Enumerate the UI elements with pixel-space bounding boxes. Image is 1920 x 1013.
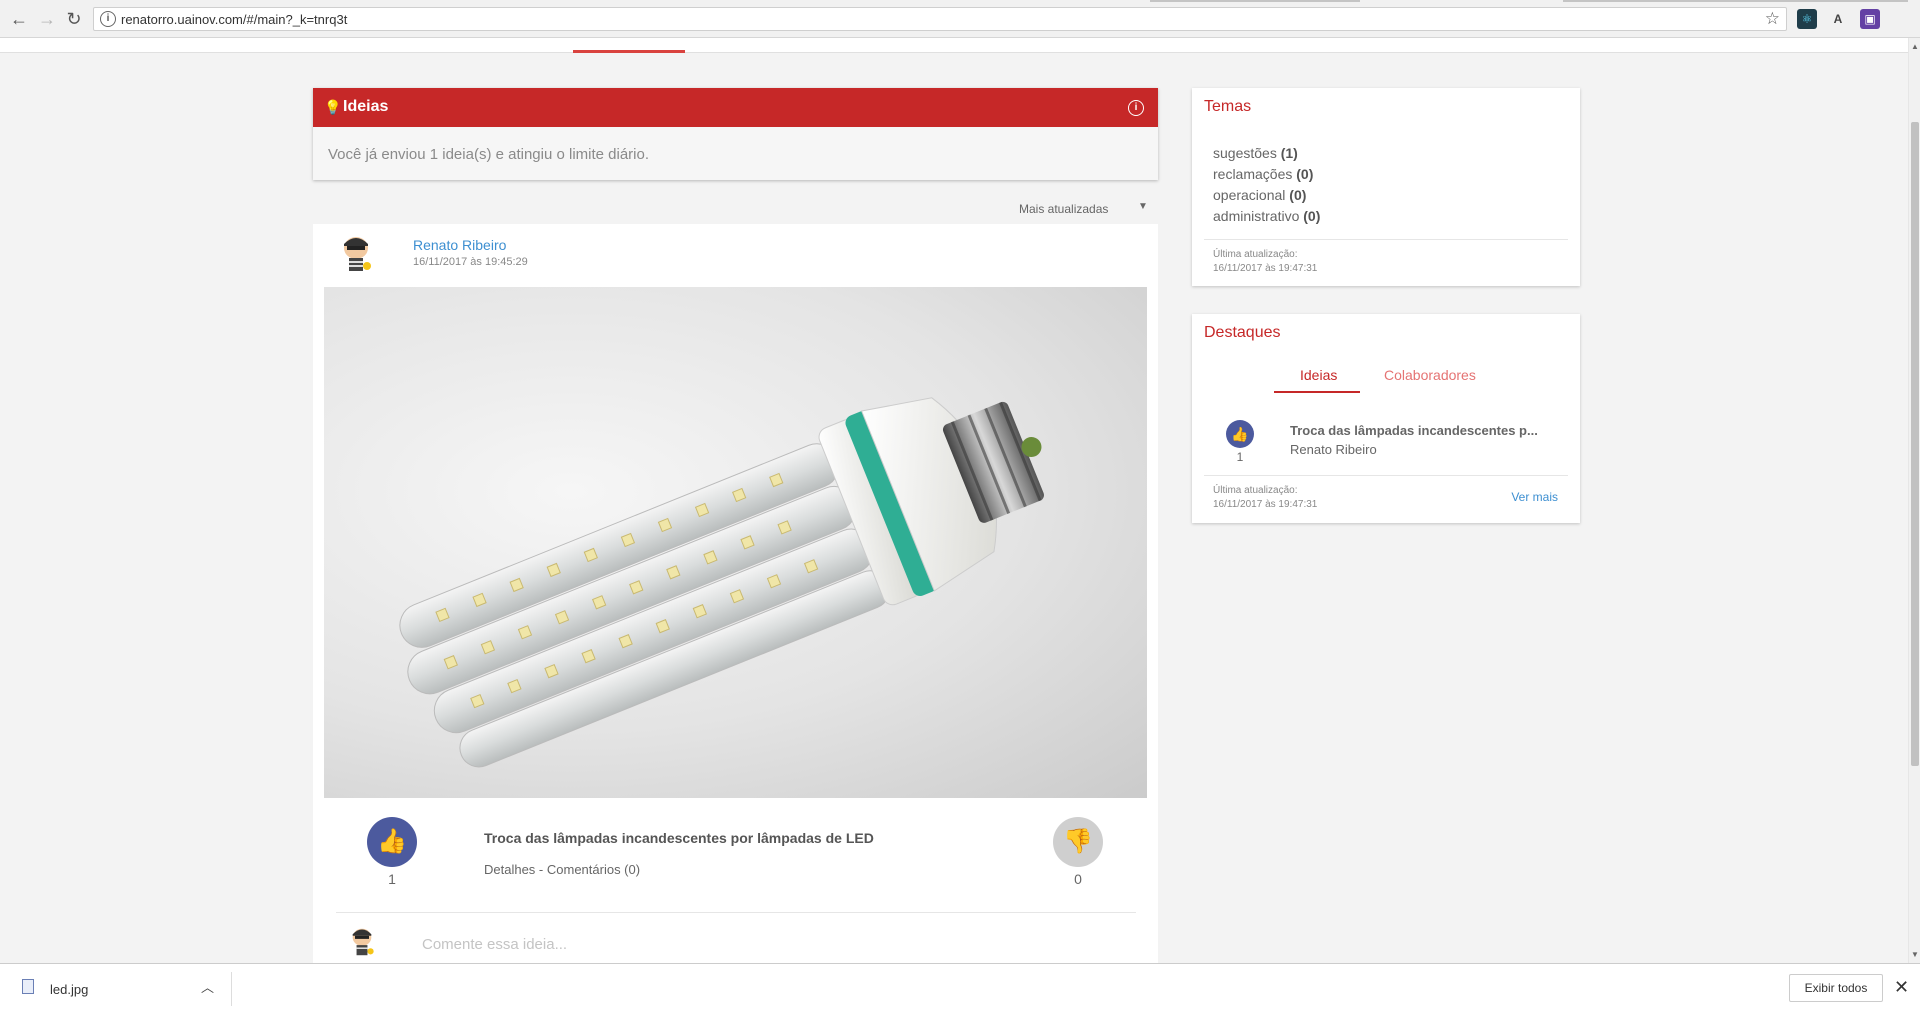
address-url[interactable]: renatorro.uainov.com/#/main?_k=tnrq3t: [121, 12, 347, 27]
close-icon[interactable]: ✕: [1894, 977, 1909, 998]
downvote-count: 0: [1074, 871, 1082, 887]
destaques-card: Destaques Ideias Colaboradores 👍 1 Troca…: [1192, 314, 1580, 523]
tema-name[interactable]: sugestões: [1213, 145, 1277, 161]
download-bar: led.jpg ︿ Exibir todos ✕: [0, 963, 1920, 1013]
sort-select[interactable]: Mais atualizadas: [1019, 202, 1108, 216]
idea-post: Renato Ribeiro 16/11/2017 às 19:45:29 👍 …: [313, 224, 1158, 963]
upvote-button[interactable]: 👍: [367, 817, 417, 867]
tema-name[interactable]: administrativo: [1213, 208, 1299, 224]
tema-count: (0): [1296, 166, 1314, 182]
led-bulb-image: [324, 287, 1147, 798]
divider: [231, 972, 232, 1006]
site-info-icon[interactable]: i: [100, 11, 116, 27]
tema-item[interactable]: administrativo (0): [1213, 206, 1320, 227]
react-devtools-icon[interactable]: ⚛: [1797, 9, 1817, 29]
last-update-value: 16/11/2017 às 19:47:31: [1213, 263, 1318, 274]
comments-link[interactable]: Comentários (0): [547, 862, 640, 877]
last-update-value: 16/11/2017 às 19:47:31: [1213, 499, 1318, 510]
bookmark-star-icon[interactable]: ☆: [1765, 9, 1780, 29]
post-author-link[interactable]: Renato Ribeiro: [413, 237, 506, 253]
thumbs-up-icon: 👍: [377, 828, 407, 855]
ideias-header: 💡 Ideias i: [313, 88, 1158, 127]
tema-item[interactable]: sugestões (1): [1213, 143, 1320, 164]
lightbulb-icon: 💡: [324, 99, 342, 115]
tab-colaboradores[interactable]: Colaboradores: [1384, 367, 1476, 383]
scroll-down-arrow-icon[interactable]: ▼: [1911, 950, 1919, 959]
commenter-avatar: [352, 928, 374, 956]
back-icon[interactable]: ←: [8, 8, 30, 30]
highlight-vote-count: 1: [1236, 450, 1244, 464]
twitch-extension-icon[interactable]: ▣: [1860, 9, 1880, 29]
post-title: Troca das lâmpadas incandescentes por lâ…: [484, 830, 874, 846]
temas-card: Temas sugestões (1) reclamações (0) oper…: [1192, 88, 1580, 286]
post-links: Detalhes - Comentários (0): [484, 862, 640, 877]
tab-strip-fragment: [1563, 0, 1908, 2]
info-icon[interactable]: i: [1128, 100, 1144, 116]
tema-count: (0): [1289, 187, 1307, 203]
highlight-idea-title[interactable]: Troca das lâmpadas incandescentes p...: [1290, 423, 1538, 438]
post-date: 16/11/2017 às 19:45:29: [413, 256, 528, 268]
tema-item[interactable]: reclamações (0): [1213, 164, 1320, 185]
reload-icon[interactable]: ↻: [63, 8, 85, 30]
divider: [1204, 239, 1568, 240]
image-file-icon: [22, 979, 34, 994]
scroll-up-arrow-icon[interactable]: ▲: [1911, 42, 1919, 51]
divider: [336, 912, 1136, 913]
destaques-title: Destaques: [1204, 324, 1281, 341]
site-header: [0, 38, 1908, 53]
download-file-name[interactable]: led.jpg: [50, 982, 88, 997]
downvote-button[interactable]: 👎: [1053, 817, 1103, 867]
active-tab-indicator: [1274, 391, 1360, 393]
address-bar[interactable]: i renatorro.uainov.com/#/main?_k=tnrq3t …: [93, 7, 1787, 31]
last-update-label: Última atualização:: [1213, 249, 1298, 260]
last-update-label: Última atualização:: [1213, 485, 1298, 496]
temas-title: Temas: [1204, 98, 1252, 115]
translate-icon[interactable]: A: [1828, 9, 1848, 29]
divider: [1204, 475, 1568, 476]
active-nav-indicator: [573, 50, 685, 53]
thumbs-up-icon: 👍: [1226, 420, 1254, 448]
ideias-title: Ideias: [343, 98, 389, 115]
tema-count: (0): [1303, 208, 1321, 224]
chevron-up-icon[interactable]: ︿: [201, 977, 214, 996]
upvote-count: 1: [388, 871, 396, 887]
author-avatar[interactable]: [338, 234, 374, 274]
tema-item[interactable]: operacional (0): [1213, 185, 1320, 206]
tema-name[interactable]: operacional: [1213, 187, 1285, 203]
page-scrollbar[interactable]: ▲ ▼: [1908, 38, 1920, 963]
temas-list: sugestões (1) reclamações (0) operaciona…: [1213, 143, 1320, 227]
scrollbar-thumb[interactable]: [1911, 122, 1919, 766]
daily-limit-message: Você já enviou 1 ideia(s) e atingiu o li…: [328, 146, 650, 163]
dropdown-arrow-icon[interactable]: ▼: [1138, 201, 1148, 212]
tab-ideias[interactable]: Ideias: [1300, 367, 1337, 383]
browser-toolbar: ← → ↻ i renatorro.uainov.com/#/main?_k=t…: [0, 0, 1920, 38]
thumbs-down-icon: 👎: [1063, 828, 1093, 855]
tema-name[interactable]: reclamações: [1213, 166, 1292, 182]
ideias-card: 💡 Ideias i Você já enviou 1 ideia(s) e a…: [313, 88, 1158, 180]
highlight-idea-author: Renato Ribeiro: [1290, 442, 1377, 457]
show-all-downloads-button[interactable]: Exibir todos: [1789, 974, 1883, 1002]
tab-strip-fragment: [1150, 0, 1360, 2]
details-link[interactable]: Detalhes: [484, 862, 535, 877]
comment-input[interactable]: [422, 936, 1122, 953]
tema-count: (1): [1280, 145, 1298, 161]
forward-icon[interactable]: →: [36, 8, 58, 30]
links-separator: -: [535, 862, 547, 877]
ver-mais-link[interactable]: Ver mais: [1511, 490, 1558, 504]
